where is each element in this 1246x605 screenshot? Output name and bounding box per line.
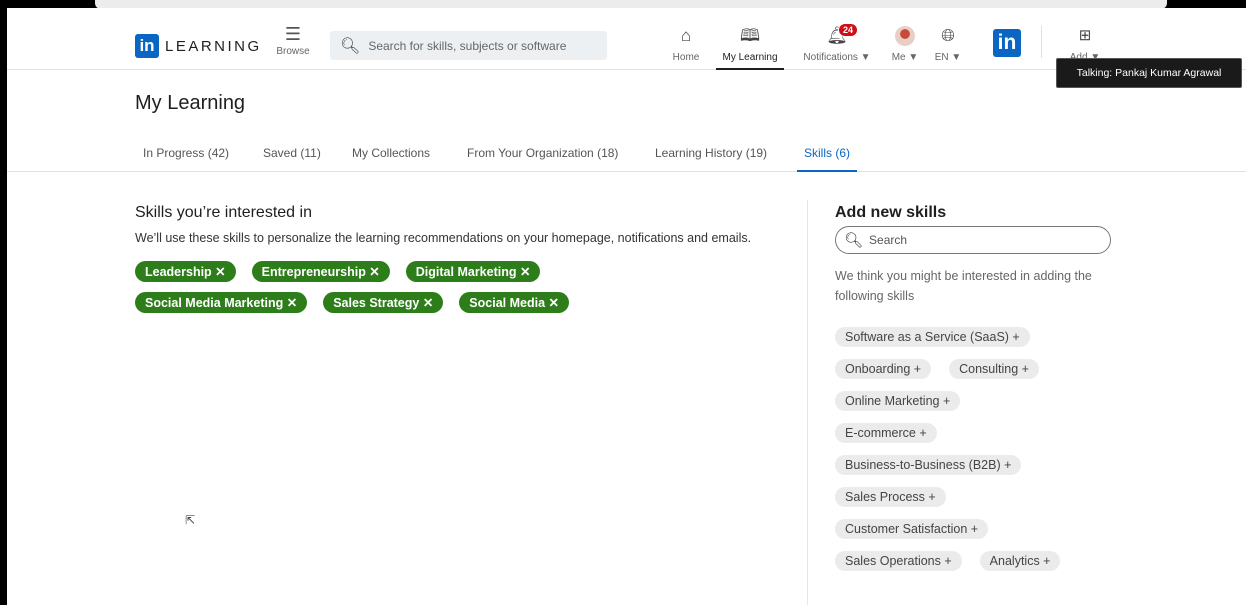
- linkedin-app-button[interactable]: in: [993, 29, 1021, 57]
- add-skills-section: Add new skills 🔍︎ We think you might be …: [835, 204, 1115, 571]
- skill-chip[interactable]: Social Media ✕: [459, 292, 569, 313]
- header-divider: [1041, 26, 1042, 58]
- browser-top-strip: [7, 0, 1246, 9]
- linkedin-learning-logo[interactable]: in LEARNING: [135, 34, 262, 58]
- browse-button[interactable]: ☰ Browse: [275, 24, 311, 58]
- tab-bar: In Progress (42) Saved (11) My Collectio…: [7, 138, 1246, 172]
- suggested-skill-chip[interactable]: Onboarding +: [835, 359, 932, 379]
- cursor-icon: ⇱: [185, 513, 196, 527]
- add-skills-heading: Add new skills: [835, 204, 947, 221]
- skill-search-input[interactable]: [869, 233, 1100, 247]
- suggested-skill-chip[interactable]: Sales Process +: [835, 487, 946, 507]
- page-title: My Learning: [135, 92, 246, 114]
- skill-chip[interactable]: Social Media Marketing ✕: [135, 292, 308, 313]
- tab-saved[interactable]: Saved (11): [263, 146, 321, 172]
- nav-me-label: Me ▼: [891, 52, 919, 63]
- suggested-skill-chip[interactable]: Analytics +: [979, 551, 1061, 571]
- suggestion-row: Software as a Service (SaaS) +: [835, 327, 1115, 347]
- suggestion-row: Sales Operations + Analytics +: [835, 551, 1115, 571]
- nav-home[interactable]: ⌂ Home: [671, 26, 701, 63]
- app-window: in LEARNING ☰ Browse 🔍︎ ⌂ Home 🕮 My Lear…: [7, 8, 1246, 605]
- suggestion-row: Customer Satisfaction +: [835, 519, 1115, 539]
- skill-chip[interactable]: Entrepreneurship ✕: [251, 261, 390, 282]
- search-icon: 🔍︎: [340, 36, 361, 55]
- interested-skills-section: Skills you’re interested in We’ll use th…: [135, 204, 785, 313]
- nav-my-learning-label: My Learning: [722, 52, 778, 63]
- nav-notifications-label: Notifications ▼: [803, 52, 871, 63]
- talking-tooltip: Talking: Pankaj Kumar Agrawal: [1056, 58, 1242, 88]
- suggestion-row: Sales Process +: [835, 487, 1115, 507]
- skill-chips-row: Leadership ✕ Entrepreneurship ✕ Digital …: [135, 261, 785, 282]
- skill-chip[interactable]: Digital Marketing ✕: [405, 261, 541, 282]
- nav-notifications[interactable]: 🔔︎ 24 Notifications ▼: [797, 23, 877, 63]
- suggested-skill-chip[interactable]: Customer Satisfaction +: [835, 519, 989, 539]
- nav-language-label: EN ▼: [934, 52, 962, 63]
- interested-heading: Skills you’re interested in: [135, 204, 312, 221]
- tab-my-collections[interactable]: My Collections: [352, 146, 430, 172]
- suggested-skill-chip[interactable]: Software as a Service (SaaS) +: [835, 327, 1030, 347]
- browse-label: Browse: [276, 46, 310, 57]
- interested-description: We’ll use these skills to personalize th…: [135, 231, 752, 245]
- suggestion-row: Onboarding + Consulting +: [835, 359, 1115, 379]
- suggestion-row: Business-to-Business (B2B) +: [835, 455, 1115, 475]
- global-search-input[interactable]: [368, 38, 599, 53]
- nav-home-label: Home: [672, 52, 700, 63]
- suggestion-text: We think you might be interested in addi…: [835, 269, 1092, 303]
- avatar: [895, 26, 915, 46]
- logo-word: LEARNING: [165, 37, 262, 55]
- suggested-skill-chip[interactable]: Business-to-Business (B2B) +: [835, 455, 1022, 475]
- logo-in-mark: in: [135, 34, 159, 58]
- nav-language[interactable]: 🌐︎ EN ▼: [930, 26, 966, 63]
- skill-chip[interactable]: Leadership ✕: [135, 261, 236, 282]
- nav-my-learning[interactable]: 🕮 My Learning: [716, 26, 784, 70]
- book-icon: 🕮: [739, 26, 761, 45]
- home-icon: ⌂: [680, 26, 692, 45]
- tab-learning-history[interactable]: Learning History (19): [655, 146, 767, 172]
- notification-count-badge: 24: [838, 23, 859, 37]
- plus-box-icon: ⊞: [1078, 27, 1092, 44]
- suggested-skill-chip[interactable]: Online Marketing +: [835, 391, 961, 411]
- tab-from-your-organization[interactable]: From Your Organization (18): [467, 146, 618, 172]
- suggestion-row: Online Marketing +: [835, 391, 1115, 411]
- globe-icon: 🌐︎: [941, 26, 955, 45]
- suggested-skill-chip[interactable]: Consulting +: [949, 359, 1039, 379]
- skill-chips-row: Social Media Marketing ✕ Sales Strategy …: [135, 292, 785, 313]
- bell-icon: 🔔︎: [826, 26, 848, 45]
- suggested-skill-chip[interactable]: E-commerce +: [835, 423, 937, 443]
- tab-skills[interactable]: Skills (6): [797, 146, 858, 172]
- global-search[interactable]: 🔍︎: [330, 31, 607, 60]
- skill-chip[interactable]: Sales Strategy ✕: [323, 292, 444, 313]
- tab-in-progress[interactable]: In Progress (42): [143, 146, 229, 172]
- nav-me[interactable]: Me ▼: [885, 26, 925, 63]
- suggested-skill-chip[interactable]: Sales Operations +: [835, 551, 962, 571]
- search-icon: 🔍︎: [844, 231, 864, 249]
- suggestion-row: E-commerce +: [835, 423, 1115, 443]
- column-divider: [807, 200, 808, 605]
- skill-search[interactable]: 🔍︎: [835, 226, 1111, 254]
- menu-icon: ☰: [284, 24, 302, 45]
